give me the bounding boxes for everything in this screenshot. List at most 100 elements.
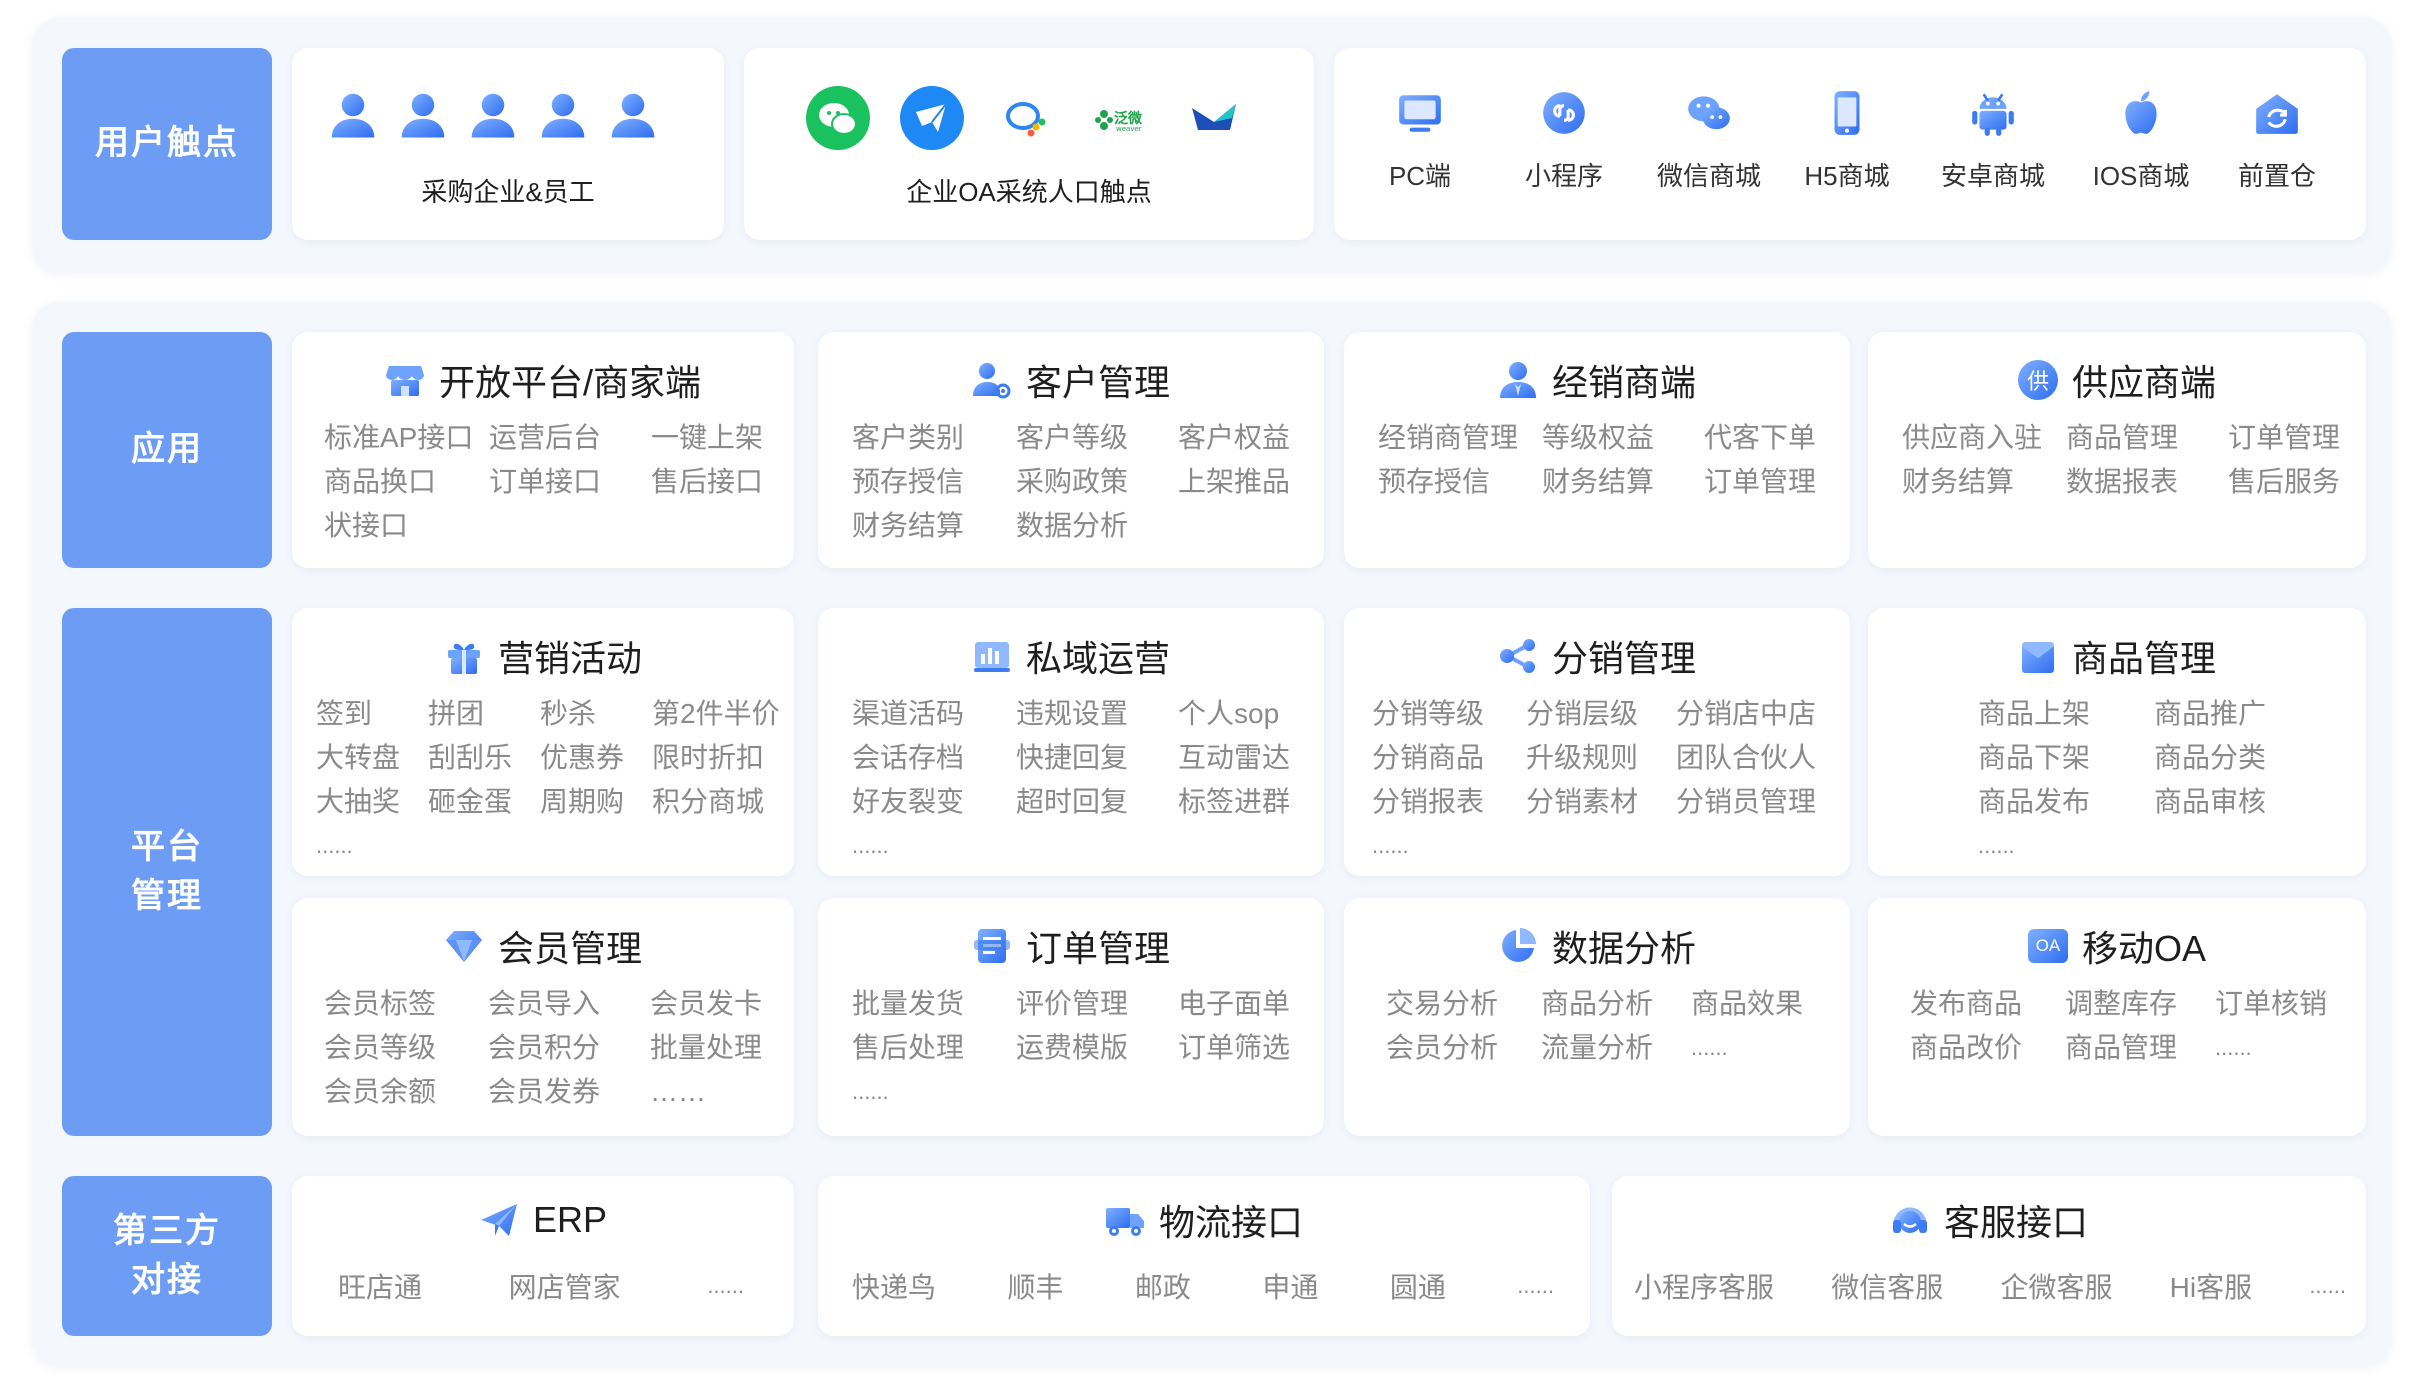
item[interactable]: 好友裂变 [852,780,1016,824]
item[interactable]: 会员等级 [324,1026,488,1070]
third-party-card-logistics[interactable]: 物流接口 快递鸟 顺丰 邮政 申通 圆通 ...... [818,1176,1590,1336]
item[interactable]: 申通 [1262,1266,1318,1306]
item[interactable]: 商品改价 [1910,1026,2065,1070]
item[interactable]: 分销等级 [1372,692,1526,736]
item[interactable]: 客户权益 [1178,416,1318,460]
item[interactable]: 等级权益 [1542,416,1704,460]
item[interactable]: 预存授信 [1378,460,1542,504]
item[interactable]: 网店管家 [509,1266,621,1306]
item[interactable]: 小程序客服 [1634,1266,1774,1306]
item[interactable]: 商品分析 [1541,982,1691,1026]
item[interactable]: 交易分析 [1386,982,1541,1026]
item[interactable]: 预存授信 [852,460,1016,504]
item[interactable]: 商品上架 [1978,692,2154,736]
item[interactable]: 圆通 [1390,1266,1446,1306]
item[interactable]: 运费模版 [1016,1026,1178,1070]
item[interactable]: 旺店通 [338,1266,422,1306]
item[interactable]: 商品下架 [1978,736,2154,780]
item[interactable]: 售后处理 [852,1026,1016,1070]
item[interactable]: 客户类别 [852,416,1016,460]
item[interactable]: 快捷回复 [1016,736,1178,780]
item[interactable]: 上架推品 [1178,460,1318,504]
item[interactable]: 第2件半价 [652,692,792,736]
item[interactable]: 会员发卡 [650,982,790,1026]
item[interactable]: 客户等级 [1016,416,1178,460]
item[interactable]: 积分商城 [652,780,792,824]
item[interactable]: 会员发券 [488,1070,650,1114]
item[interactable]: 数据分析 [1016,504,1178,548]
app-card-customer[interactable]: 客户管理 客户类别 客户等级 客户权益 预存授信 采购政策 上架推品 财务结算 … [818,332,1324,568]
item[interactable]: 升级规则 [1526,736,1676,780]
item[interactable]: 商品分类 [2154,736,2304,780]
item[interactable]: 商品发布 [1978,780,2154,824]
item[interactable]: 渠道活码 [852,692,1016,736]
item[interactable]: 拼团 [428,692,540,736]
platform-card-mobile-oa[interactable]: OA 移动OA 发布商品 调整库存 订单核销 商品改价 商品管理 ...... [1868,898,2366,1136]
item[interactable]: 订单筛选 [1178,1026,1318,1070]
item[interactable]: 顺丰 [1007,1266,1063,1306]
item[interactable]: 会员导入 [488,982,650,1026]
item[interactable]: 订单核销 [2215,982,2355,1026]
item[interactable]: 团队合伙人 [1676,736,1836,780]
item[interactable]: 优惠券 [540,736,652,780]
item[interactable]: 状接口 [324,504,489,548]
item[interactable]: 快递鸟 [852,1266,936,1306]
item[interactable]: 商品效果 [1691,982,1831,1026]
item[interactable]: 会员标签 [324,982,488,1026]
item[interactable]: 财务结算 [1902,460,2066,504]
wechat-icon[interactable] [806,86,870,150]
oa-app-icon[interactable] [1182,86,1246,150]
app-card-dealer[interactable]: 经销商端 经销商管理 等级权益 代客下单 预存授信 财务结算 订单管理 [1344,332,1850,568]
item[interactable]: 商品审核 [2154,780,2304,824]
platform-card-private-domain[interactable]: 私域运营 渠道活码 违规设置 个人sop 会话存档 快捷回复 互动雷达 好友裂变… [818,608,1324,876]
item[interactable]: 互动雷达 [1178,736,1318,780]
item[interactable]: 经销商管理 [1378,416,1542,460]
feishu-icon[interactable] [900,86,964,150]
item[interactable]: 会员分析 [1386,1026,1541,1070]
item[interactable]: 供应商入驻 [1902,416,2066,460]
item[interactable]: 数据报表 [2066,460,2228,504]
channel-ios-mall[interactable]: IOS商城 [2086,88,2196,193]
item[interactable]: 批量处理 [650,1026,790,1070]
item[interactable]: 大抽奖 [316,780,428,824]
item[interactable]: 限时折扣 [652,736,792,780]
platform-card-product[interactable]: 商品管理 商品上架 商品推广 商品下架 商品分类 商品发布 商品审核 .....… [1868,608,2366,876]
item[interactable]: 邮政 [1135,1266,1191,1306]
item[interactable]: 一键上架 [651,416,791,460]
channel-wechat-mall[interactable]: 微信商城 [1654,88,1764,193]
item[interactable]: 商品推广 [2154,692,2304,736]
item[interactable]: 批量发货 [852,982,1016,1026]
item[interactable]: 财务结算 [852,504,1016,548]
item[interactable]: 会员积分 [488,1026,650,1070]
third-party-card-erp[interactable]: ERP 旺店通 网店管家 ...... [292,1176,794,1336]
platform-card-distribution[interactable]: 分销管理 分销等级 分销层级 分销店中店 分销商品 升级规则 团队合伙人 分销报… [1344,608,1850,876]
item[interactable]: 售后接口 [651,460,791,504]
item[interactable]: 发布商品 [1910,982,2065,1026]
item[interactable]: 商品管理 [2065,1026,2215,1070]
item[interactable]: 订单管理 [1704,460,1844,504]
item[interactable]: 会员余额 [324,1070,488,1114]
item[interactable]: 分销素材 [1526,780,1676,824]
item[interactable]: 运营后台 [489,416,651,460]
item[interactable]: 评价管理 [1016,982,1178,1026]
item[interactable]: 刮刮乐 [428,736,540,780]
channel-front-warehouse[interactable]: 前置仓 [2222,88,2332,193]
item[interactable]: 分销层级 [1526,692,1676,736]
item[interactable]: 分销报表 [1372,780,1526,824]
item[interactable]: 电子面单 [1178,982,1318,1026]
channel-android-mall[interactable]: 安卓商城 [1938,88,2048,193]
item[interactable]: 微信客服 [1831,1266,1943,1306]
item[interactable]: 商品换口 [324,460,489,504]
item[interactable]: 采购政策 [1016,460,1178,504]
channel-h5-mall[interactable]: H5商城 [1792,88,1902,193]
item[interactable]: Hi客服 [2170,1266,2252,1306]
item[interactable]: 分销店中店 [1676,692,1836,736]
item[interactable]: 代客下单 [1704,416,1844,460]
item[interactable]: 分销商品 [1372,736,1526,780]
item[interactable]: 超时回复 [1016,780,1178,824]
item[interactable]: 财务结算 [1542,460,1704,504]
wecom-icon[interactable] [994,86,1058,150]
item[interactable]: 违规设置 [1016,692,1178,736]
item[interactable]: 会话存档 [852,736,1016,780]
item[interactable]: 秒杀 [540,692,652,736]
